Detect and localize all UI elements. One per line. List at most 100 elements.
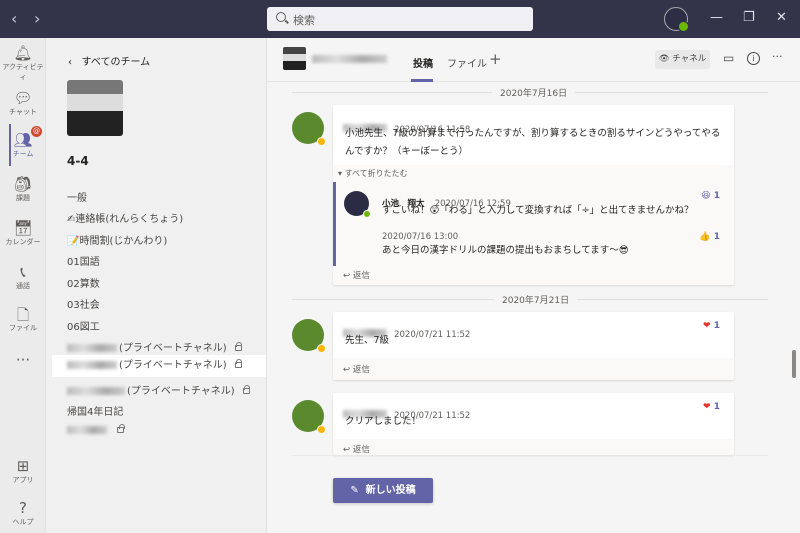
post-text: クリアしました！: [345, 416, 422, 427]
reaction-laugh[interactable]: 😆 1: [701, 191, 720, 201]
info-icon[interactable]: i: [747, 52, 760, 65]
rail-item-more[interactable]: ···: [0, 351, 46, 369]
scrollbar[interactable]: [792, 350, 796, 378]
channel-label: 03社会: [67, 300, 100, 311]
file-icon: 🗋: [16, 306, 30, 324]
rail-item-chat[interactable]: 💬︎ チャット: [0, 89, 46, 117]
maximize-button[interactable]: ❐: [743, 10, 755, 25]
rail-item-backpack[interactable]: 🎒︎ 課題: [0, 175, 46, 203]
reply-button[interactable]: ↩ 返信: [333, 358, 734, 380]
new-post-label: 新しい投稿: [365, 485, 416, 496]
channel-item[interactable]: 02算数: [67, 275, 100, 290]
author-avatar[interactable]: [292, 319, 326, 353]
thumbs-up-icon: 👍: [699, 232, 711, 242]
channel-label: 一般: [67, 193, 87, 204]
author-avatar[interactable]: [292, 400, 326, 434]
rail-item-phone[interactable]: 📞︎ 通話: [0, 263, 46, 291]
reaction-count: 1: [713, 232, 720, 242]
thread-indicator: [333, 182, 336, 266]
reply-button[interactable]: ↩ 返信: [333, 439, 734, 455]
rail-label: アクティビティ: [2, 63, 44, 81]
close-button[interactable]: ✕: [776, 10, 787, 25]
meet-icon[interactable]: ▭: [723, 51, 734, 65]
minimize-button[interactable]: —: [710, 10, 723, 25]
heart-icon: ❤: [703, 321, 711, 331]
channel-item[interactable]: (プライベートチャネル): [52, 355, 266, 377]
post-card: 2020/07/21 11:52 先生、7級 ❤ 1 ↩ 返信: [333, 312, 734, 380]
channel-item[interactable]: 01国語: [67, 253, 100, 268]
calendar-icon: 📅︎: [13, 219, 33, 237]
channel-item[interactable]: 一般: [67, 189, 87, 204]
reply-text: あと今日の漢字ドリルの課題の提出もおまちしてます～😎: [382, 245, 629, 256]
date-label: 2020年7月16日: [492, 86, 576, 99]
away-status-icon: [317, 137, 326, 146]
author-avatar[interactable]: [292, 112, 326, 146]
channel-label: (プライベートチャネル): [119, 343, 227, 354]
all-teams-link[interactable]: ‹ すべてのチーム: [68, 53, 150, 68]
post-text: 小池先生、7級の計算まで行ったんですが、割り算するときの割るサインどうやってやる…: [345, 128, 721, 157]
reaction-heart[interactable]: ❤ 1: [703, 402, 720, 412]
channel-label: 帰国4年日記: [67, 407, 124, 418]
channel-info-button[interactable]: 👁︎ チャネル: [655, 50, 710, 69]
rail-item-file[interactable]: 🗋 ファイル: [0, 305, 46, 333]
tab-underline: [411, 79, 433, 82]
rail-label: 通話: [16, 282, 30, 290]
help-icon: ?: [19, 499, 27, 517]
rail-label: カレンダー: [5, 238, 41, 246]
bell-icon: 🔔︎: [13, 44, 33, 62]
add-tab-button[interactable]: +: [489, 50, 502, 68]
feed-bottom-edge: [292, 455, 768, 456]
search-icon: [276, 12, 286, 22]
back-button[interactable]: ‹: [11, 9, 17, 28]
all-teams-label: すべてのチーム: [81, 57, 151, 68]
rail-item-apps[interactable]: ⊞ アプリ: [0, 457, 46, 485]
channel-item[interactable]: 06図工: [67, 318, 100, 333]
redacted-name: [67, 426, 107, 434]
eye-icon: 👁︎: [658, 54, 673, 64]
reply-avatar[interactable]: [344, 191, 371, 218]
new-post-button[interactable]: ✎ 新しい投稿: [333, 478, 433, 503]
rail-item-help[interactable]: ? ヘルプ: [0, 499, 46, 527]
lock-icon: [242, 385, 251, 394]
more-icon: ···: [15, 351, 31, 369]
heart-icon: ❤: [703, 402, 711, 412]
rail-label: アプリ: [12, 476, 34, 484]
post-timestamp: 2020/07/21 11:52: [394, 330, 471, 340]
backpack-icon: 🎒︎: [13, 175, 33, 193]
reply-text: すごいね！😲「わる」と入力して変換すれば「÷」と出てきませんかね？: [382, 205, 694, 216]
channel-header: 投稿 ファイル + 👁︎ チャネル ▭ i ···: [267, 38, 800, 82]
rail-label: ヘルプ: [12, 518, 34, 526]
search-input[interactable]: 検索: [267, 7, 533, 31]
post-text: 先生、7級: [345, 335, 390, 346]
more-options-icon[interactable]: ···: [772, 50, 783, 63]
tab-files[interactable]: ファイル: [447, 55, 487, 70]
rail-item-calendar[interactable]: 📅︎ カレンダー: [0, 219, 46, 247]
rail-item-bell[interactable]: 🔔︎ アクティビティ: [0, 44, 46, 82]
lock-icon: [234, 342, 243, 351]
profile-avatar[interactable]: [664, 7, 689, 32]
rail-label: チャット: [9, 108, 37, 116]
channel-label: (プライベートチャネル): [127, 386, 235, 397]
reply-button[interactable]: ↩ 返信: [343, 269, 370, 281]
forward-button[interactable]: ›: [34, 9, 40, 28]
channel-item[interactable]: 📝時間割(じかんわり): [67, 232, 167, 247]
channel-label: 06図工: [67, 322, 100, 333]
search-placeholder: 検索: [293, 14, 315, 27]
title-bar: ‹ › 検索 — ❐ ✕: [0, 0, 800, 38]
channel-item[interactable]: [67, 424, 125, 436]
channel-item[interactable]: 帰国4年日記: [67, 403, 123, 418]
tab-posts[interactable]: 投稿: [413, 55, 433, 70]
lock-icon: [234, 359, 243, 368]
channel-item[interactable]: 03社会: [67, 296, 100, 311]
post-card: 2020/07/21 11:52 クリアしました！ ❤ 1 ↩ 返信: [333, 393, 734, 455]
channel-label: 📝時間割(じかんわり): [67, 236, 168, 247]
channel-item[interactable]: ✍連絡帳(れんらくちょう): [67, 210, 183, 225]
reaction-like[interactable]: 👍 1: [699, 232, 720, 242]
reply-timestamp: 2020/07/16 13:00: [382, 232, 459, 242]
channel-label: (プライベートチャネル): [119, 360, 227, 371]
channel-button-label: チャネル: [672, 54, 707, 64]
collapse-all-button[interactable]: ▾ すべて折りたたむ: [338, 168, 408, 179]
channel-item[interactable]: (プライベートチャネル): [67, 339, 243, 354]
reaction-heart[interactable]: ❤ 1: [703, 321, 720, 331]
channel-item[interactable]: (プライベートチャネル): [67, 382, 251, 397]
